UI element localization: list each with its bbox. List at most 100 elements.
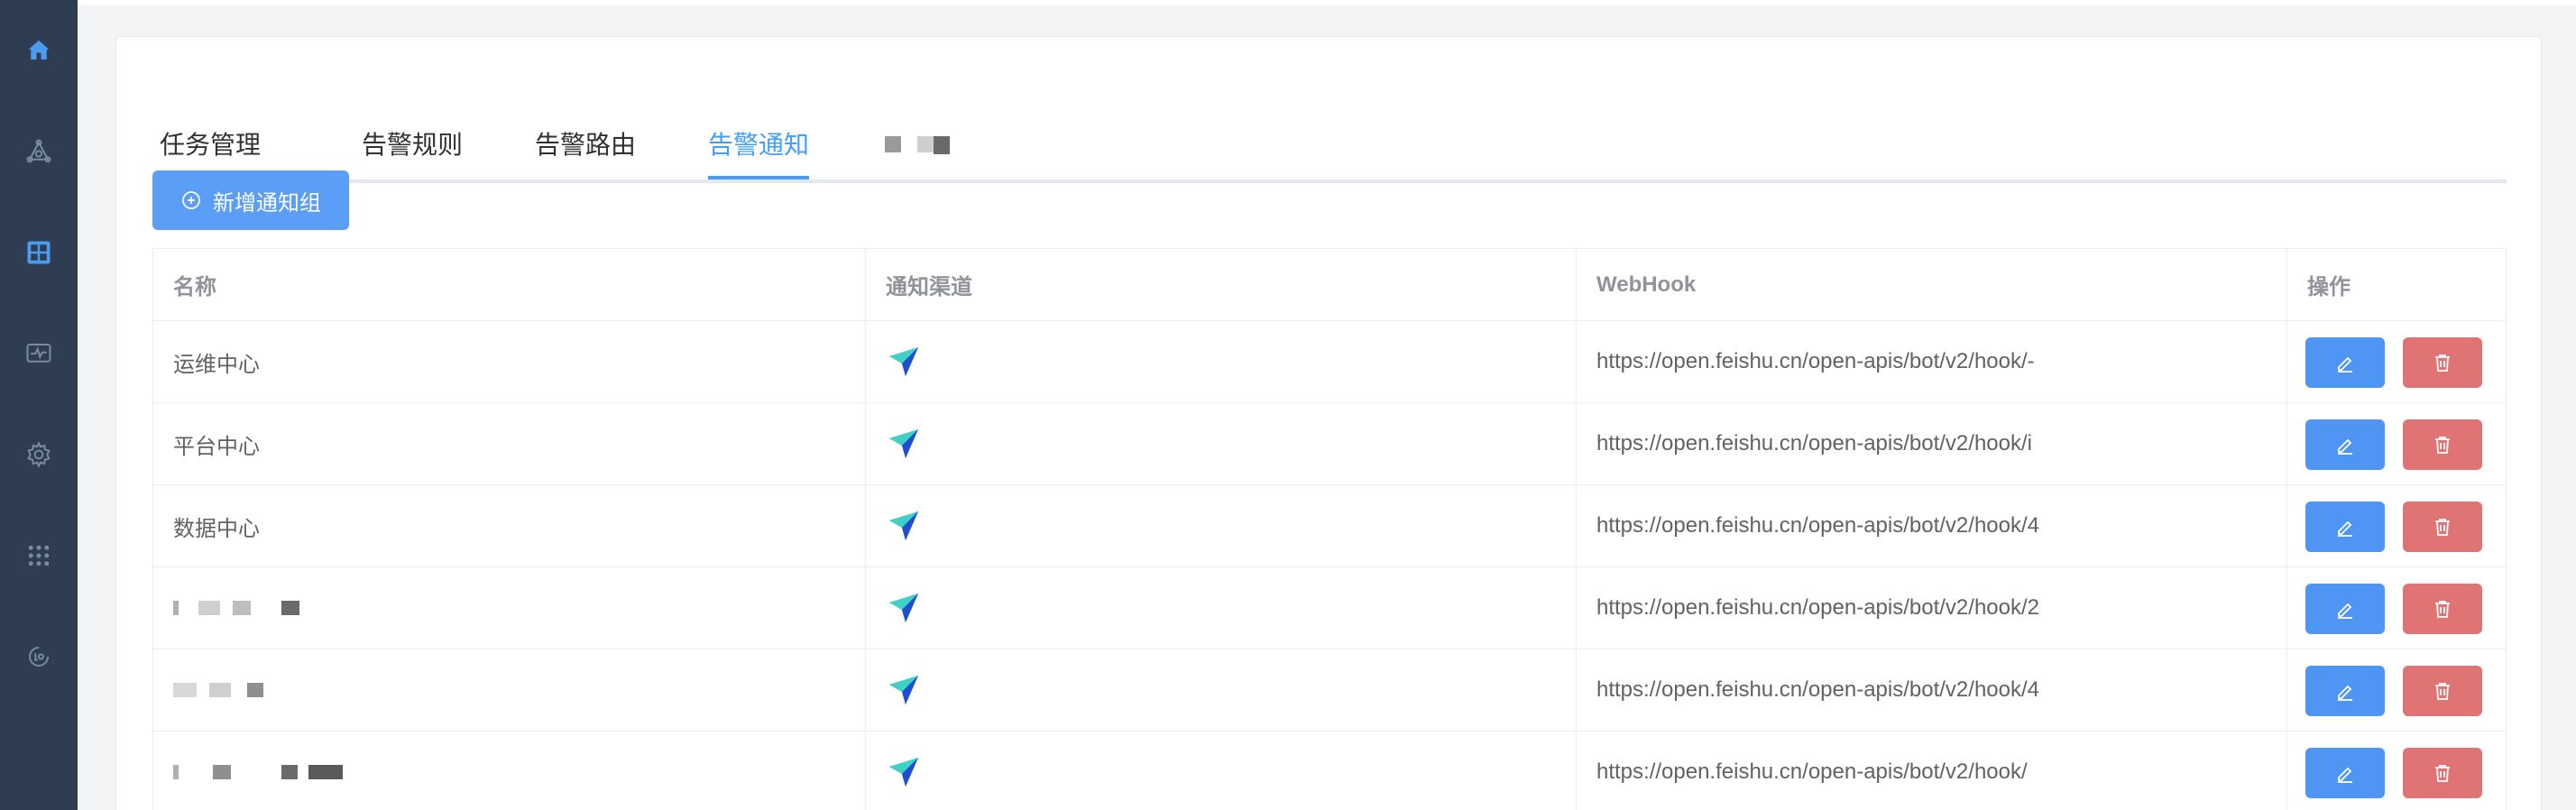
edit-icon [2338, 685, 2352, 701]
tab-redacted[interactable] [879, 129, 961, 179]
sidebar-item-network[interactable] [14, 126, 64, 177]
column-header-actions: 操作 [2307, 275, 2351, 299]
webhook-url: https://open.feishu.cn/open-apis/bot/v2/… [1596, 431, 2032, 456]
row-channel [866, 567, 1577, 649]
apps-dots-icon [28, 545, 50, 566]
tab-alert-rules[interactable]: 告警规则 [362, 129, 463, 179]
row-actions [2287, 485, 2507, 566]
trash-icon [2435, 437, 2450, 454]
delete-button[interactable] [2403, 502, 2482, 552]
table-row: 平台中心 https://open.feishu.cn/open-apis/bo… [153, 403, 2506, 485]
sidebar-item-dashboard[interactable] [14, 227, 64, 278]
redacted-text [173, 597, 354, 619]
feishu-icon [889, 758, 918, 787]
table-row: 数据中心 https://open.feishu.cn/open-apis/bo… [153, 485, 2506, 567]
column-header-name: 名称 [153, 249, 866, 320]
tab-alert-routing[interactable]: 告警路由 [535, 129, 636, 179]
row-name: 数据中心 [153, 485, 866, 566]
settings-gear-icon [27, 441, 51, 468]
row-webhook: https://open.feishu.cn/open-apis/bot/v2/… [1577, 567, 2287, 649]
row-name-redacted [153, 567, 866, 649]
dashboard-grid-icon [27, 241, 51, 264]
triangle-network-icon [26, 139, 51, 163]
table-header: 名称 通知渠道 WebHook 操作 [153, 249, 2506, 321]
sidebar-item-apps[interactable] [14, 530, 64, 581]
home-icon [28, 40, 50, 60]
add-button-label: 新增通知组 [213, 190, 321, 216]
row-webhook: https://open.feishu.cn/open-apis/bot/v2/… [1577, 732, 2287, 810]
edit-button[interactable] [2305, 502, 2385, 552]
row-webhook: https://open.feishu.cn/open-apis/bot/v2/… [1577, 485, 2287, 566]
trash-icon [2435, 601, 2450, 618]
delete-button[interactable] [2403, 419, 2482, 470]
table-row: https://open.feishu.cn/open-apis/bot/v2/… [153, 649, 2506, 732]
trash-icon [2435, 765, 2450, 782]
redacted-text [173, 761, 354, 783]
row-actions [2287, 403, 2507, 484]
main-card: 任务管理 告警规则 告警路由 告警通知 新增通知组 名称 通知渠道 WebHoo… [115, 36, 2542, 810]
column-header-webhook: WebHook [1577, 249, 2287, 320]
table-row: 运维中心 https://open.feishu.cn/open-apis/bo… [153, 321, 2506, 403]
edit-button[interactable] [2305, 584, 2385, 634]
log-icon [29, 647, 49, 667]
add-notification-group-button[interactable]: 新增通知组 [152, 170, 349, 230]
edit-button[interactable] [2305, 337, 2385, 388]
feishu-icon [889, 347, 918, 376]
column-header-channel: 通知渠道 [866, 249, 1577, 320]
webhook-url: https://open.feishu.cn/open-apis/bot/v2/… [1596, 677, 2040, 702]
edit-button[interactable] [2305, 666, 2385, 716]
tab-alert-notification[interactable]: 告警通知 [708, 129, 810, 179]
edit-icon [2338, 767, 2352, 783]
edit-button[interactable] [2305, 748, 2385, 798]
webhook-url: https://open.feishu.cn/open-apis/bot/v2/… [1596, 595, 2040, 620]
edit-icon [2338, 438, 2352, 455]
top-strip [78, 0, 2576, 5]
row-webhook: https://open.feishu.cn/open-apis/bot/v2/… [1577, 649, 2287, 731]
edit-button[interactable] [2305, 419, 2385, 470]
row-name: 运维中心 [153, 321, 866, 402]
sidebar-item-monitor[interactable] [14, 328, 64, 379]
webhook-url: https://open.feishu.cn/open-apis/bot/v2/… [1596, 513, 2040, 538]
row-webhook: https://open.feishu.cn/open-apis/bot/v2/… [1577, 403, 2287, 484]
row-actions [2287, 321, 2507, 402]
sidebar-item-settings[interactable] [14, 429, 64, 480]
tab-bar: 任务管理 告警规则 告警路由 告警通知 [152, 91, 2507, 183]
table-row: https://open.feishu.cn/open-apis/bot/v2/… [153, 567, 2506, 649]
row-channel [866, 732, 1577, 810]
row-webhook: https://open.feishu.cn/open-apis/bot/v2/… [1577, 321, 2287, 402]
webhook-url: https://open.feishu.cn/open-apis/bot/v2/… [1596, 349, 2035, 373]
monitor-pulse-icon [26, 344, 51, 363]
sidebar-item-home[interactable] [14, 25, 64, 76]
edit-icon [2338, 603, 2352, 619]
feishu-icon [889, 511, 918, 540]
delete-button[interactable] [2403, 337, 2482, 388]
row-name: 平台中心 [153, 403, 866, 484]
row-channel [866, 321, 1577, 402]
feishu-icon [889, 594, 918, 622]
plus-circle-icon [182, 191, 200, 209]
trash-icon [2435, 683, 2450, 700]
trash-icon [2435, 519, 2450, 536]
row-actions [2287, 567, 2507, 649]
row-actions [2287, 732, 2507, 810]
edit-icon [2338, 520, 2352, 537]
row-channel [866, 485, 1577, 566]
delete-button[interactable] [2403, 748, 2482, 798]
feishu-icon [889, 676, 918, 704]
sidebar [0, 0, 78, 810]
row-name-redacted [153, 649, 866, 731]
delete-button[interactable] [2403, 584, 2482, 634]
delete-button[interactable] [2403, 666, 2482, 716]
row-channel [866, 649, 1577, 731]
notification-table: 名称 通知渠道 WebHook 操作 运维中心 https://open.fei… [152, 248, 2507, 810]
redacted-text [173, 679, 354, 701]
table-row: https://open.feishu.cn/open-apis/bot/v2/… [153, 732, 2506, 810]
trash-icon [2435, 354, 2450, 372]
edit-icon [2338, 356, 2352, 373]
webhook-url: https://open.feishu.cn/open-apis/bot/v2/… [1596, 759, 2028, 784]
sidebar-item-log[interactable] [14, 631, 64, 682]
feishu-icon [889, 429, 918, 458]
row-actions [2287, 649, 2507, 731]
row-channel [866, 403, 1577, 484]
row-name-redacted [153, 732, 866, 810]
